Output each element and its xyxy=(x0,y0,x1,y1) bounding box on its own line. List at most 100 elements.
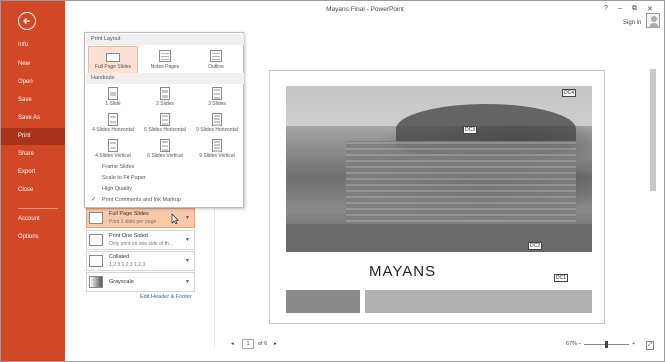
nav-save[interactable]: Save xyxy=(1,92,65,109)
placeholder-bar-right xyxy=(365,290,592,313)
close-window-button[interactable]: ✕ xyxy=(647,5,653,13)
nav-export[interactable]: Export xyxy=(1,164,65,181)
print-sides-setting[interactable]: Print One Sided Only print on one side o… xyxy=(86,230,195,250)
print-comments-option[interactable]: Print Comments and Ink Markup xyxy=(102,197,181,203)
nav-account[interactable]: Account xyxy=(1,211,65,228)
handout-9-horizontal[interactable]: 9 Slides Horizontal xyxy=(191,111,243,136)
handout-2-icon xyxy=(160,87,170,100)
option-label: Notes Pages xyxy=(150,64,180,70)
setting-title: Grayscale xyxy=(109,279,134,285)
handout-6v-icon xyxy=(160,139,170,152)
color-setting[interactable]: Grayscale ▼ xyxy=(86,272,195,292)
help-button[interactable]: ? xyxy=(604,5,608,12)
handout-3-slides[interactable]: 3 Slides xyxy=(191,85,243,110)
nav-separator xyxy=(18,208,58,209)
handout-9h-icon xyxy=(212,113,222,126)
placeholder-bar-left xyxy=(286,290,360,313)
handout-4-horizontal[interactable]: 4 Slides Horizontal xyxy=(87,111,139,136)
nav-new[interactable]: New xyxy=(1,56,65,73)
avatar[interactable] xyxy=(646,13,660,28)
nav-save-as[interactable]: Save As xyxy=(1,110,65,127)
photo-ground xyxy=(286,224,592,252)
scroll-thumb[interactable] xyxy=(650,69,656,191)
option-label: 9 Slides Horizontal xyxy=(196,127,238,133)
preview-scrollbar[interactable] xyxy=(649,61,657,331)
nav-info[interactable]: Info xyxy=(1,37,65,54)
minimize-button[interactable]: – xyxy=(618,5,622,12)
grayscale-icon xyxy=(89,276,103,288)
edit-header-footer-link[interactable]: Edit Header & Footer xyxy=(140,294,192,300)
chevron-down-icon: ▼ xyxy=(185,258,190,264)
dc3-tag: DC3 xyxy=(463,126,478,134)
dc1-tag: DC1 xyxy=(554,274,569,282)
handout-6h-icon xyxy=(160,113,170,126)
nav-options[interactable]: Options xyxy=(1,229,65,246)
print-preview-slide: DC4 DC3 DC2 DC1 MAYANS xyxy=(269,70,605,324)
zoom-out-button[interactable]: − xyxy=(578,341,581,347)
nav-print[interactable]: Print xyxy=(1,128,65,145)
prev-page-button[interactable]: ◂ xyxy=(231,341,234,347)
handout-1-slide[interactable]: 1 Slide xyxy=(87,85,139,110)
setting-title: Print One Sided xyxy=(109,233,148,239)
dc4-tag: DC4 xyxy=(562,89,577,97)
user-icon-body xyxy=(649,23,659,28)
window-title: Mayans Final - PowerPoint xyxy=(326,6,404,13)
option-label: 6 Slides Vertical xyxy=(147,153,183,159)
nav-share[interactable]: Share xyxy=(1,146,65,163)
option-label: 9 Slides Vertical xyxy=(199,153,235,159)
option-label: Full Page Slides xyxy=(94,64,132,70)
next-page-button[interactable]: ▸ xyxy=(274,341,277,347)
handout-4-vertical[interactable]: 4 Slides Vertical xyxy=(87,137,139,162)
setting-subtitle: Print 1 slide per page xyxy=(109,219,157,225)
handouts-header: Handouts xyxy=(86,73,244,84)
option-label: 4 Slides Vertical xyxy=(95,153,131,159)
user-icon xyxy=(651,16,657,22)
option-label: 1 Slide xyxy=(105,101,121,107)
handout-4h-icon xyxy=(108,113,118,126)
scale-to-fit-option[interactable]: Scale to Fit Paper xyxy=(102,175,146,181)
restore-button[interactable]: ⧉ xyxy=(632,5,637,13)
arrow-left-icon xyxy=(23,18,30,24)
back-button[interactable] xyxy=(18,12,36,30)
handout-6-vertical[interactable]: 6 Slides Vertical xyxy=(139,137,191,162)
handout-4v-icon xyxy=(108,139,118,152)
zoom-in-button[interactable]: + xyxy=(632,341,635,347)
setting-subtitle: Only print on one side of th... xyxy=(109,241,173,247)
print-layout-dropdown: Print Layout Full Page Slides Notes Page… xyxy=(84,32,244,208)
slide-title: MAYANS xyxy=(369,263,437,280)
sign-in-link[interactable]: Sign in xyxy=(623,20,641,26)
zoom-level: 67% xyxy=(566,341,578,347)
print-layout-header: Print Layout xyxy=(86,34,244,45)
option-label: 3 Slides xyxy=(208,101,226,107)
nav-open[interactable]: Open xyxy=(1,74,65,91)
handout-1-icon xyxy=(108,87,118,100)
chevron-down-icon: ▼ xyxy=(185,215,190,221)
fit-to-window-icon[interactable]: ⤢ xyxy=(646,341,655,350)
chevron-down-icon: ▼ xyxy=(185,279,190,285)
option-label: 6 Slides Horizontal xyxy=(144,127,186,133)
collated-icon xyxy=(89,255,103,267)
mayan-ruins-photo xyxy=(286,86,592,252)
collation-setting[interactable]: Collated 1,2,3 1,2,3 1,2,3 ▼ xyxy=(86,251,195,271)
checkmark-icon: ✓ xyxy=(91,197,97,203)
frame-slides-option[interactable]: Frame Slides xyxy=(102,164,134,170)
outline-icon xyxy=(210,50,222,62)
zoom-slider-thumb[interactable] xyxy=(605,341,608,348)
setting-subtitle: 1,2,3 1,2,3 1,2,3 xyxy=(109,262,146,268)
option-label: 2 Slides xyxy=(156,101,174,107)
high-quality-option[interactable]: High Quality xyxy=(102,186,132,192)
handout-6-horizontal[interactable]: 6 Slides Horizontal xyxy=(139,111,191,136)
chevron-down-icon: ▼ xyxy=(185,237,190,243)
nav-close[interactable]: Close xyxy=(1,182,65,199)
handout-2-slides[interactable]: 2 Slides xyxy=(139,85,191,110)
dc2-tag: DC2 xyxy=(528,242,543,250)
setting-title: Collated xyxy=(109,254,130,260)
one-sided-icon xyxy=(89,234,103,246)
handout-9-vertical[interactable]: 9 Slides Vertical xyxy=(191,137,243,162)
option-label: Outline xyxy=(208,64,224,70)
notes-page-icon xyxy=(159,50,171,62)
page-number-input[interactable]: 1 xyxy=(242,339,254,349)
photo-wall xyxy=(346,141,576,226)
handout-9v-icon xyxy=(212,139,222,152)
full-page-slide-icon xyxy=(106,53,120,62)
